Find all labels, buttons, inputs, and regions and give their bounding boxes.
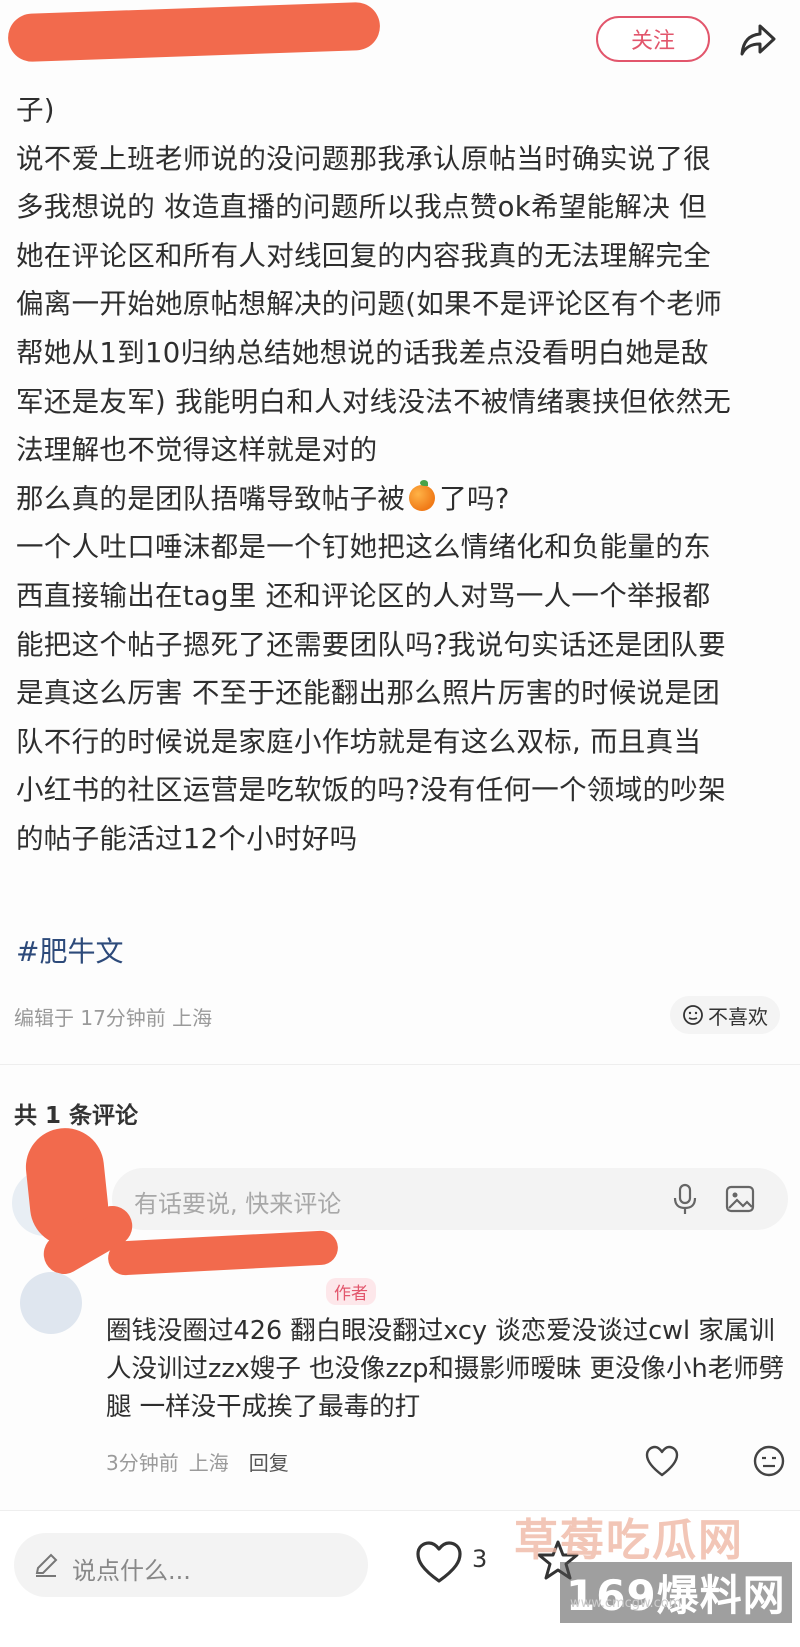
bottom-input-placeholder: 说点什么... — [72, 1557, 191, 1585]
neutral-face-icon — [683, 1005, 703, 1025]
like-heart-icon[interactable] — [414, 1539, 464, 1585]
reply-button[interactable]: 回复 — [249, 1451, 289, 1475]
watermark-url: www.cmcgw.com — [570, 1596, 682, 1611]
dislike-label: 不喜欢 — [708, 1004, 768, 1029]
comment-emoji-icon[interactable] — [752, 1444, 786, 1478]
pen-icon — [35, 1553, 58, 1577]
comment-location: 上海 — [188, 1451, 229, 1475]
commenter-avatar[interactable] — [20, 1272, 82, 1334]
watermark-brand: 169爆料网 — [560, 1562, 792, 1623]
follow-button[interactable]: 关注 — [596, 16, 710, 62]
comment-meta: 3分钟前 上海 回复 — [106, 1447, 289, 1476]
like-count: 3 — [472, 1545, 488, 1573]
orange-emoji-icon — [409, 479, 436, 511]
redacted-username — [7, 1, 381, 63]
redacted-commenter-name — [107, 1230, 339, 1276]
comment-input[interactable]: 有话要说, 快来评论 — [112, 1168, 788, 1230]
watermark-site-name: 草莓吃瓜网 — [514, 1515, 744, 1566]
image-icon[interactable] — [724, 1183, 756, 1215]
section-divider — [0, 1064, 800, 1065]
comment-heart-icon[interactable] — [644, 1444, 680, 1478]
post-text-part2: 了吗? 一个人吐口唾沫都是一个钉她把这么情绪化和负能量的东 西直接输出在tag里… — [16, 482, 726, 855]
dislike-button[interactable]: 不喜欢 — [670, 996, 780, 1034]
microphone-icon[interactable] — [670, 1182, 700, 1216]
comment-input-placeholder: 有话要说, 快来评论 — [134, 1190, 342, 1218]
post-content: 子) 说不爱上班老师说的没问题那我承认原帖当时确实说了很 多我想说的 妆造直播的… — [16, 86, 786, 864]
post-text-part1: 子) 说不爱上班老师说的没问题那我承认原帖当时确实说了很 多我想说的 妆造直播的… — [16, 94, 732, 515]
post-meta: 编辑于 17分钟前 上海 — [14, 1006, 213, 1030]
comment-time: 3分钟前 — [106, 1451, 179, 1475]
author-badge: 作者 — [326, 1278, 376, 1305]
post-header: 关注 — [0, 0, 800, 88]
comment-count: 共 1 条评论 — [14, 1103, 139, 1129]
hashtag-link[interactable]: #肥牛文 — [16, 930, 123, 970]
bottom-comment-input[interactable]: 说点什么... — [14, 1533, 368, 1597]
comment-text: 圈钱没圈过426 翻白眼没翻过xcy 谈恋爱没谈过cwl 家属训人没训过zzx嫂… — [106, 1316, 785, 1422]
share-icon[interactable] — [736, 18, 780, 62]
